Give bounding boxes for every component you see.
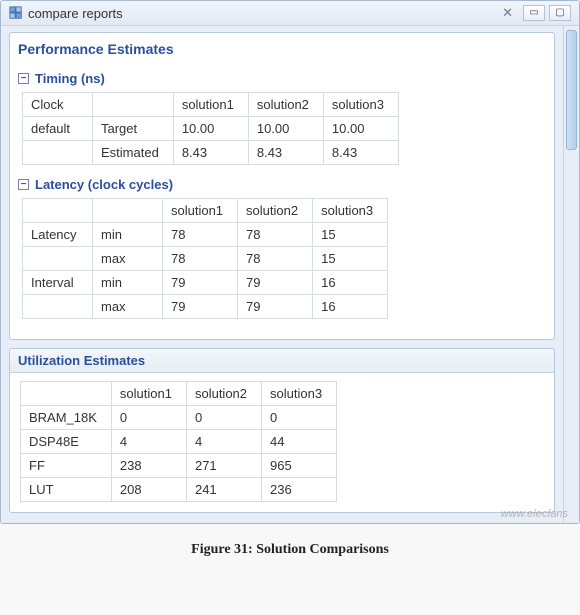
cell: max [93,247,163,271]
col-header: solution1 [173,93,248,117]
latency-header[interactable]: − Latency (clock cycles) [18,175,546,198]
cell [23,141,93,165]
cell: 44 [262,430,337,454]
cell: 79 [163,271,238,295]
table-row: max 79 79 16 [23,295,388,319]
table-row: max 78 78 15 [23,247,388,271]
latency-table: solution1 solution2 solution3 Latency mi… [22,198,388,319]
col-header: Clock [23,93,93,117]
cell [23,295,93,319]
cell: 8.43 [323,141,398,165]
cell: min [93,271,163,295]
col-header: solution2 [186,382,261,406]
col-header: solution1 [111,382,186,406]
cell: 10.00 [248,117,323,141]
minimize-button[interactable]: ▭ [523,5,545,21]
timing-section: − Timing (ns) Clock solution1 solution2 … [18,69,546,165]
cell: default [23,117,93,141]
cell: 10.00 [173,117,248,141]
col-header: solution1 [163,199,238,223]
cell: 236 [262,478,337,502]
utilization-table: solution1 solution2 solution3 BRAM_18K 0… [20,381,337,502]
cell: 78 [163,247,238,271]
table-row: solution1 solution2 solution3 [21,382,337,406]
timing-table: Clock solution1 solution2 solution3 defa… [22,92,399,165]
maximize-button[interactable]: ▢ [549,5,571,21]
cell: 16 [313,295,388,319]
cell: 0 [111,406,186,430]
timing-header[interactable]: − Timing (ns) [18,69,546,92]
cell: 79 [238,295,313,319]
table-row: LUT 208 241 236 [21,478,337,502]
scroll-thumb[interactable] [566,30,577,150]
timing-title: Timing (ns) [35,71,105,86]
cell: 0 [186,406,261,430]
collapse-icon[interactable]: − [18,73,29,84]
cell: Target [93,117,174,141]
vertical-scrollbar[interactable] [563,26,579,523]
table-row: solution1 solution2 solution3 [23,199,388,223]
performance-title: Performance Estimates [16,37,548,65]
cell: 208 [111,478,186,502]
col-header [23,199,93,223]
cell: 241 [186,478,261,502]
table-row: DSP48E 4 4 44 [21,430,337,454]
col-header: solution2 [238,199,313,223]
col-header: solution3 [323,93,398,117]
table-row: Latency min 78 78 15 [23,223,388,247]
table-row: Clock solution1 solution2 solution3 [23,93,399,117]
col-header: solution3 [313,199,388,223]
cell: 965 [262,454,337,478]
cell: DSP48E [21,430,112,454]
table-row: Estimated 8.43 8.43 8.43 [23,141,399,165]
cell: Interval [23,271,93,295]
figure-caption: Figure 31: Solution Comparisons [0,524,580,566]
cell: max [93,295,163,319]
cell: 238 [111,454,186,478]
cell: 15 [313,247,388,271]
cell: 15 [313,223,388,247]
cell: FF [21,454,112,478]
window-title: compare reports [28,6,502,21]
col-header: solution3 [262,382,337,406]
table-row: FF 238 271 965 [21,454,337,478]
cell [23,247,93,271]
cell: 0 [262,406,337,430]
latency-title: Latency (clock cycles) [35,177,173,192]
utilization-title: Utilization Estimates [10,349,554,373]
performance-panel: Performance Estimates − Timing (ns) Cloc… [9,32,555,340]
close-tab-icon[interactable]: ✕ [502,5,513,21]
cell: 271 [186,454,261,478]
cell: LUT [21,478,112,502]
col-header [93,93,174,117]
cell: Estimated [93,141,174,165]
cell: 78 [163,223,238,247]
col-header [21,382,112,406]
cell: 10.00 [323,117,398,141]
titlebar: compare reports ✕ ▭ ▢ [1,1,579,26]
cell: 78 [238,223,313,247]
table-row: BRAM_18K 0 0 0 [21,406,337,430]
cell: Latency [23,223,93,247]
cell: min [93,223,163,247]
cell: 79 [163,295,238,319]
utilization-panel: Utilization Estimates solution1 solution… [9,348,555,513]
app-icon [9,6,23,20]
cell: 79 [238,271,313,295]
cell: 16 [313,271,388,295]
cell: BRAM_18K [21,406,112,430]
latency-section: − Latency (clock cycles) solution1 solut… [18,175,546,319]
cell: 8.43 [248,141,323,165]
compare-reports-window: compare reports ✕ ▭ ▢ Performance Estima… [0,0,580,524]
cell: 78 [238,247,313,271]
cell: 4 [186,430,261,454]
col-header [93,199,163,223]
col-header: solution2 [248,93,323,117]
table-row: default Target 10.00 10.00 10.00 [23,117,399,141]
collapse-icon[interactable]: − [18,179,29,190]
cell: 4 [111,430,186,454]
cell: 8.43 [173,141,248,165]
table-row: Interval min 79 79 16 [23,271,388,295]
